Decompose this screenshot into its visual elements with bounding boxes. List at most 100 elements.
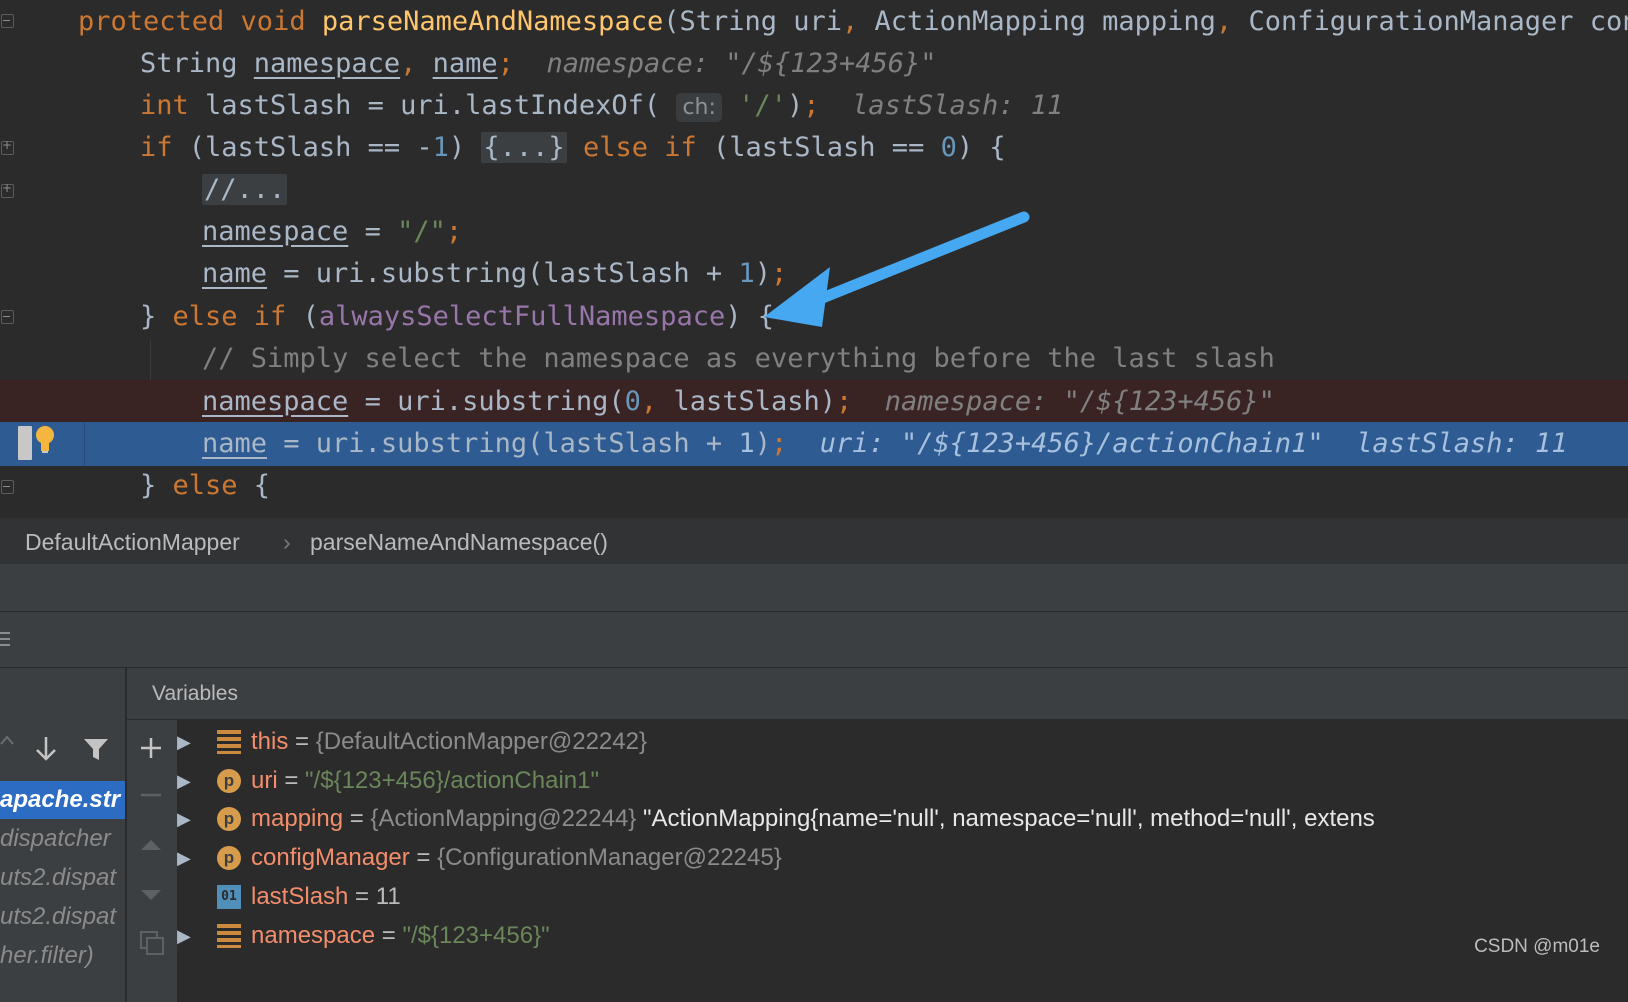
code-token: protected void — [78, 6, 322, 37]
code-token: // Simply select the namespace as everyt… — [202, 343, 1275, 374]
code-token[interactable]: //... — [202, 174, 288, 205]
code-token: else if — [582, 132, 713, 163]
inline-debug-value: namespace: "/${123+456}" — [884, 386, 1275, 417]
variable-value: "/${123+456}/actionChain1" — [305, 766, 599, 794]
breadcrumb-method[interactable]: parseNameAndNamespace() — [310, 529, 608, 556]
stack-frame[interactable]: her.filter) — [0, 937, 125, 975]
code-text: if (lastSlash == -1) {...} else if (last… — [140, 126, 1006, 170]
code-token[interactable]: {...} — [481, 132, 567, 163]
expand-arrow-icon[interactable]: ▶ — [177, 917, 201, 955]
expand-arrow-icon[interactable]: ▶ — [177, 800, 201, 838]
parameter-icon: p — [217, 807, 241, 832]
variables-toolbar — [127, 720, 177, 1002]
variable-row[interactable]: ▶ p uri = "/${123+456}/actionChain1" — [177, 762, 1628, 800]
remove-watch-icon[interactable] — [139, 790, 163, 800]
code-token: "/" — [397, 216, 446, 247]
code-token: lastSlash = uri.lastIndexOf( — [205, 90, 677, 121]
code-token: ActionMapping mapping — [874, 6, 1216, 37]
variable-name: mapping — [251, 805, 344, 833]
code-token: 0 — [940, 132, 957, 163]
variable-equals: = — [409, 844, 438, 872]
variable-equals: = — [288, 728, 316, 755]
stack-frame[interactable]: apache.str — [0, 781, 125, 819]
variable-name: this — [251, 728, 289, 755]
code-token: (String uri — [663, 6, 843, 37]
copy-icon[interactable] — [139, 930, 165, 956]
code-line[interactable]: int lastSlash = uri.lastIndexOf( ch: '/'… — [0, 84, 1628, 128]
code-token: name — [202, 428, 268, 459]
code-line[interactable]: } else { — [0, 464, 1628, 508]
code-token: , — [400, 48, 433, 79]
code-token: (lastSlash == - — [188, 132, 433, 163]
variable-value: "ActionMapping{name='null', namespace='n… — [643, 805, 1375, 833]
variable-equals: = — [375, 921, 403, 949]
move-down-icon[interactable] — [139, 888, 163, 902]
code-token: } — [140, 301, 173, 332]
inline-debug-value: lastSlash: 11 — [851, 90, 1064, 121]
breakpoint-line[interactable]: namespace = uri.substring(0, lastSlash);… — [0, 380, 1628, 424]
breadcrumb-class[interactable]: DefaultActionMapper — [25, 529, 240, 556]
code-line[interactable]: // Simply select the namespace as everyt… — [0, 337, 1628, 381]
code-token: String — [140, 48, 254, 79]
inline-debug-value: namespace: "/${123+456}" — [546, 48, 937, 79]
variable-name: configManager — [251, 844, 410, 872]
debug-toolbar — [0, 612, 1628, 668]
code-token: , — [640, 386, 674, 417]
variable-text: configManager = {ConfigurationManager@22… — [251, 839, 782, 877]
debug-tab-bar — [0, 564, 1628, 612]
code-text: String namespace, name; namespace: "/${1… — [140, 42, 937, 86]
code-text: } else { — [140, 464, 270, 508]
stack-frame[interactable]: dispatcher — [0, 820, 125, 858]
variable-row[interactable]: 01 lastSlash = 11 — [177, 878, 1628, 916]
arrow-down-icon[interactable] — [34, 734, 58, 764]
code-token: = uri.substring( — [348, 386, 625, 417]
variable-row[interactable]: ▶ p mapping = {ActionMapping@22244} "Actio… — [177, 800, 1628, 838]
code-token: '/' — [738, 90, 787, 121]
code-text: // Simply select the namespace as everyt… — [202, 337, 1275, 381]
code-line[interactable]: if (lastSlash == -1) {...} else if (last… — [0, 126, 1628, 170]
code-token: ) — [754, 428, 771, 459]
lightbulb-icon[interactable] — [34, 425, 56, 455]
code-token: = uri.substring(lastSlash + — [267, 258, 739, 289]
variable-row[interactable]: ▶ this = {DefaultActionMapper@22242} — [177, 723, 1628, 761]
variable-text: mapping = {ActionMapping@22244} "ActionM… — [251, 800, 1375, 838]
variable-equals: = — [277, 766, 306, 794]
code-token: 1 — [738, 258, 755, 289]
stack-frame[interactable]: uts2.dispat — [0, 859, 125, 897]
code-text: protected void parseNameAndNamespace(Str… — [78, 0, 1628, 44]
execution-line[interactable]: name = uri.substring(lastSlash + 1); uri… — [0, 422, 1628, 466]
code-token: ConfigurationManager conf — [1248, 6, 1628, 37]
breakpoint-icon[interactable] — [18, 426, 32, 460]
expand-arrow-icon[interactable]: ▶ — [177, 762, 201, 800]
variable-text: this = {DefaultActionMapper@22242} — [251, 723, 647, 761]
code-token: ) — [448, 132, 482, 163]
variable-equals: = — [348, 882, 376, 910]
variable-row[interactable]: ▶ p configManager = {ConfigurationManager@… — [177, 839, 1628, 877]
filter-icon[interactable] — [82, 736, 110, 762]
breadcrumb: DefaultActionMapper › parseNameAndNamesp… — [0, 518, 1628, 564]
primitive-icon: 01 — [217, 884, 241, 909]
code-editor[interactable]: protected void parseNameAndNamespace(Str… — [0, 0, 1628, 538]
variable-text: namespace = "/${123+456}" — [251, 917, 550, 955]
code-line[interactable]: String namespace, name; namespace: "/${1… — [0, 42, 1628, 86]
code-token: 0 — [624, 386, 641, 417]
move-up-icon[interactable] — [139, 838, 163, 852]
expand-arrow-icon[interactable]: ▶ — [177, 723, 201, 761]
expand-arrow-icon[interactable]: ▶ — [177, 839, 201, 877]
menu-lines-icon[interactable] — [0, 630, 14, 650]
add-watch-icon[interactable] — [139, 736, 163, 760]
code-line[interactable]: protected void parseNameAndNamespace(Str… — [0, 0, 1628, 44]
arrow-up-icon[interactable] — [0, 734, 14, 758]
parameter-hint: ch: — [676, 93, 722, 122]
variable-row[interactable]: ▶ namespace = "/${123+456}" — [177, 917, 1628, 955]
code-token: = — [348, 216, 398, 247]
variable-equals: = — [343, 805, 371, 833]
code-token: ; — [497, 48, 514, 79]
variable-object: {ConfigurationManager@22245} — [437, 844, 782, 872]
field-icon — [217, 923, 241, 948]
stack-frame[interactable]: uts2.dispat — [0, 898, 125, 936]
code-token: (lastSlash == — [713, 132, 941, 163]
